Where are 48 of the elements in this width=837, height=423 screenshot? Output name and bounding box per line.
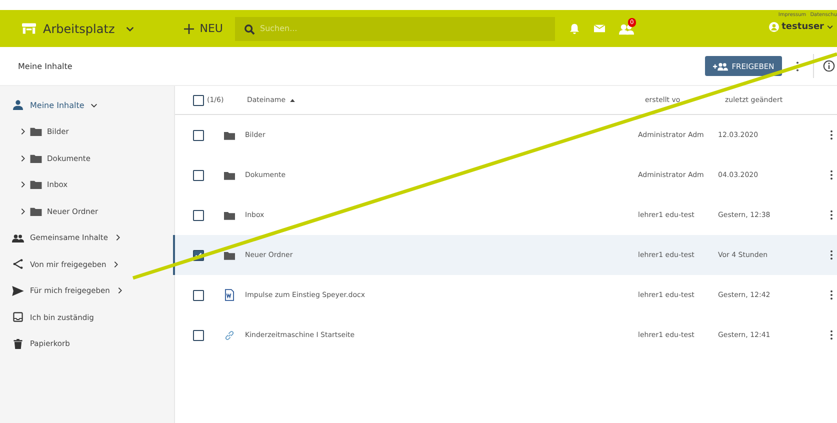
sort-icon	[290, 98, 295, 102]
folder-icon	[30, 127, 42, 136]
row-checkbox[interactable]	[193, 210, 204, 220]
chevron-icon	[126, 26, 134, 32]
more-icon[interactable]	[830, 290, 833, 300]
more-icon[interactable]	[830, 130, 833, 140]
select-all-checkbox[interactable]	[193, 94, 204, 106]
row-checkbox[interactable]	[193, 290, 204, 300]
desk-icon	[22, 23, 36, 34]
add-people-icon	[712, 62, 728, 70]
chevron-icon	[21, 128, 25, 136]
share-icon	[12, 259, 24, 270]
chevron-icon	[21, 181, 25, 188]
search-icon	[244, 24, 255, 34]
more-icon[interactable]	[830, 250, 833, 260]
row-checkbox[interactable]	[193, 330, 204, 340]
more-icon[interactable]	[830, 330, 833, 340]
more-icon[interactable]	[830, 170, 833, 180]
user-icon	[768, 22, 779, 32]
person-icon	[12, 100, 24, 110]
folder-icon	[30, 206, 42, 216]
inbox-icon	[12, 312, 24, 322]
page-title: Meine Inhalte	[18, 62, 72, 70]
folder-icon	[30, 180, 42, 190]
row-checkbox[interactable]	[193, 170, 204, 180]
folder-icon	[30, 154, 42, 163]
chevron-icon	[21, 154, 25, 162]
workspace-menu[interactable]: Arbeitsplatz	[22, 22, 134, 36]
trash-icon	[12, 338, 24, 349]
document-icon	[224, 289, 234, 301]
sidebar-item[interactable]: Meine Inhalte	[0, 92, 96, 118]
link-icon	[224, 330, 234, 340]
new-button[interactable]: NEU	[184, 22, 223, 35]
row-checkbox[interactable]	[193, 130, 204, 140]
folder-icon	[224, 250, 234, 260]
plus-icon	[184, 24, 194, 34]
send-icon	[12, 286, 24, 296]
search-field[interactable]: Suchen...	[234, 16, 555, 40]
chevron-icon	[21, 208, 25, 215]
people-icon	[12, 232, 24, 243]
more-icon[interactable]	[830, 210, 833, 220]
folder-icon	[224, 130, 234, 140]
info-icon[interactable]	[823, 60, 835, 72]
user-menu[interactable]: testuser	[768, 22, 837, 32]
more-icon[interactable]	[796, 60, 799, 72]
folder-icon	[224, 210, 234, 220]
folder-icon	[224, 170, 234, 180]
chevron-icon	[827, 25, 833, 29]
